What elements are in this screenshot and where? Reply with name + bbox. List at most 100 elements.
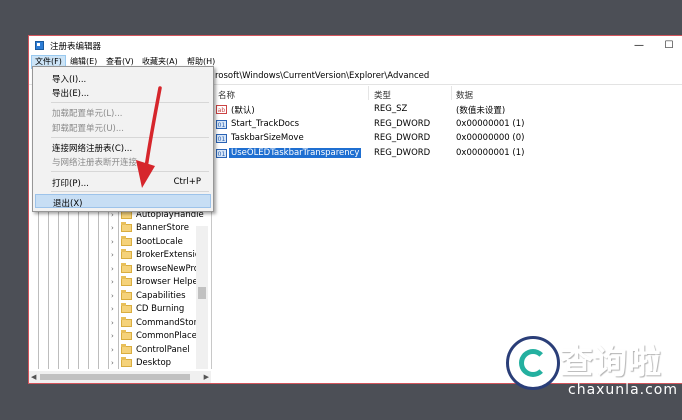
scroll-left-icon[interactable]: ◀ bbox=[31, 371, 36, 383]
tree-item-label: BootLocale bbox=[136, 236, 183, 247]
folder-icon bbox=[121, 249, 132, 259]
value-data: (数值未设置) bbox=[456, 106, 506, 116]
tree-item-label: BrowseNewProc bbox=[136, 263, 204, 274]
tree-item[interactable]: › BrokerExtension bbox=[111, 249, 205, 262]
folder-icon bbox=[121, 289, 132, 300]
chevron-right-icon[interactable]: › bbox=[111, 238, 121, 246]
tree-item[interactable]: › CommonPlaces bbox=[111, 330, 201, 343]
registry-editor-icon bbox=[35, 41, 44, 50]
tree-item-label: Desktop bbox=[136, 358, 172, 368]
menu-item-shortcut: Ctrl+P bbox=[173, 177, 201, 187]
chevron-right-icon[interactable]: › bbox=[111, 319, 121, 327]
value-name: (默认) bbox=[231, 106, 255, 116]
menu-item-label: 加载配置单元(L)... bbox=[52, 109, 123, 119]
tree-item[interactable]: › BannerStore bbox=[111, 222, 189, 235]
value-type: REG_DWORD bbox=[374, 147, 431, 158]
tree-item[interactable]: › Desktop bbox=[111, 357, 171, 370]
chevron-right-icon[interactable]: › bbox=[111, 305, 121, 313]
tree-horizontal-scrollbar[interactable]: ◀ ▶ bbox=[29, 371, 211, 383]
value-row-use-oled-taskbar-transparency[interactable]: 01 UseOLEDTaskbarTransparency REG_DWORD … bbox=[213, 147, 682, 160]
tree-item-label: BrokerExtension bbox=[136, 250, 206, 260]
value-data: 0x00000001 (1) bbox=[456, 118, 525, 129]
tree-item-label: Capabilities bbox=[136, 290, 186, 301]
tree-item[interactable]: › CommandStore bbox=[111, 316, 202, 329]
folder-icon bbox=[121, 235, 132, 246]
address-path[interactable]: rosoft\Windows\CurrentVersion\Explorer\A… bbox=[215, 71, 429, 81]
value-data: 0x00000000 (0) bbox=[456, 133, 525, 143]
minimize-button[interactable]: — bbox=[627, 38, 651, 53]
column-header-data[interactable]: 数据 bbox=[456, 89, 473, 101]
chevron-right-icon[interactable]: › bbox=[111, 292, 121, 300]
logo-mark-icon bbox=[506, 336, 560, 390]
watermark-logo: 查询啦 chaxunla.com bbox=[500, 332, 682, 416]
tree-item-label: Browser Helper bbox=[136, 277, 202, 287]
folder-icon bbox=[121, 303, 132, 313]
tree-item[interactable]: › Browser Helper bbox=[111, 276, 201, 289]
value-name: TaskbarSizeMove bbox=[231, 133, 304, 143]
scroll-right-icon[interactable]: ▶ bbox=[204, 371, 209, 383]
folder-icon bbox=[121, 262, 132, 273]
value-row-taskbar-size-move[interactable]: 01 TaskbarSizeMove REG_DWORD 0x00000000 … bbox=[213, 132, 682, 145]
chevron-right-icon[interactable]: › bbox=[111, 251, 121, 259]
tree-item[interactable]: › CD Burning bbox=[111, 303, 184, 316]
menu-item-load-hive: 加载配置单元(L)... bbox=[35, 105, 211, 119]
maximize-button[interactable]: ☐ bbox=[657, 38, 681, 53]
column-separator[interactable] bbox=[451, 86, 452, 100]
menu-separator bbox=[51, 171, 209, 172]
folder-icon bbox=[121, 316, 132, 327]
menu-item-label: 导入(I)... bbox=[52, 75, 87, 85]
watermark-text-cn: 查询啦 bbox=[560, 342, 662, 381]
value-name-selected[interactable]: UseOLEDTaskbarTransparency bbox=[229, 147, 362, 158]
folder-icon bbox=[121, 330, 132, 340]
tree-item[interactable]: › Capabilities bbox=[111, 289, 186, 302]
value-type: REG_SZ bbox=[374, 104, 408, 114]
value-type: REG_DWORD bbox=[374, 133, 431, 143]
dword-value-icon: 01 bbox=[216, 134, 227, 143]
value-type: REG_DWORD bbox=[374, 118, 431, 129]
tree-item-label: BannerStore bbox=[136, 223, 190, 233]
string-value-icon: ab bbox=[216, 105, 227, 114]
menu-separator bbox=[51, 102, 209, 103]
tree-item-label: CommandStore bbox=[136, 317, 203, 328]
menu-item-disconnect-network-registry: 与网络注册表断开连接 bbox=[35, 154, 211, 168]
menu-item-connect-network-registry[interactable]: 连接网络注册表(C)... bbox=[35, 140, 211, 154]
title-bar[interactable]: 注册表编辑器 — ☐ bbox=[29, 36, 682, 55]
chevron-right-icon[interactable]: › bbox=[111, 278, 121, 286]
tree-scroll-thumb[interactable] bbox=[198, 287, 206, 299]
menu-item-exit[interactable]: 退出(X) bbox=[35, 194, 211, 209]
window-title: 注册表编辑器 bbox=[50, 42, 102, 52]
folder-icon bbox=[121, 343, 132, 354]
chevron-right-icon[interactable]: › bbox=[111, 265, 121, 273]
column-separator[interactable] bbox=[368, 86, 369, 100]
value-row-start-trackdocs[interactable]: 01 Start_TrackDocs REG_DWORD 0x00000001 … bbox=[213, 118, 682, 131]
chevron-right-icon[interactable]: › bbox=[111, 346, 121, 354]
tree-item[interactable]: › BootLocale bbox=[111, 235, 183, 248]
tree-item-label: CommonPlaces bbox=[136, 331, 202, 341]
menu-item-label: 连接网络注册表(C)... bbox=[52, 144, 133, 154]
horizontal-scroll-thumb[interactable] bbox=[40, 374, 190, 380]
menu-item-unload-hive: 卸载配置单元(U)... bbox=[35, 120, 211, 134]
menu-item-label: 导出(E)... bbox=[52, 89, 90, 99]
tree-item-label: ControlPanel bbox=[136, 344, 190, 355]
menu-separator bbox=[51, 137, 209, 138]
menu-item-export[interactable]: 导出(E)... bbox=[35, 85, 211, 99]
tree-item[interactable]: › BrowseNewProc bbox=[111, 262, 204, 275]
chevron-right-icon[interactable]: › bbox=[111, 359, 121, 367]
tree-item-label: CD Burning bbox=[136, 304, 185, 314]
tree-item[interactable]: › ControlPanel bbox=[111, 343, 190, 356]
menu-item-print[interactable]: 打印(P)... Ctrl+P bbox=[35, 175, 211, 189]
menu-item-label: 卸载配置单元(U)... bbox=[52, 124, 124, 134]
chevron-right-icon[interactable]: › bbox=[111, 224, 121, 232]
column-header-name[interactable]: 名称 bbox=[218, 89, 235, 101]
menu-item-import[interactable]: 导入(I)... bbox=[35, 71, 211, 85]
menu-item-label: 与网络注册表断开连接 bbox=[52, 158, 138, 168]
file-menu-dropdown: 导入(I)... 导出(E)... 加载配置单元(L)... 卸载配置单元(U)… bbox=[32, 66, 214, 212]
value-row-default[interactable]: ab (默认) REG_SZ (数值未设置) bbox=[213, 103, 682, 116]
folder-icon bbox=[121, 222, 132, 232]
menu-item-label: 打印(P)... bbox=[52, 179, 89, 189]
watermark-text-en: chaxunla.com bbox=[568, 382, 678, 398]
dword-value-icon: 01 bbox=[216, 148, 227, 158]
folder-icon bbox=[121, 276, 132, 286]
chevron-right-icon[interactable]: › bbox=[111, 332, 121, 340]
column-header-type[interactable]: 类型 bbox=[374, 89, 391, 101]
